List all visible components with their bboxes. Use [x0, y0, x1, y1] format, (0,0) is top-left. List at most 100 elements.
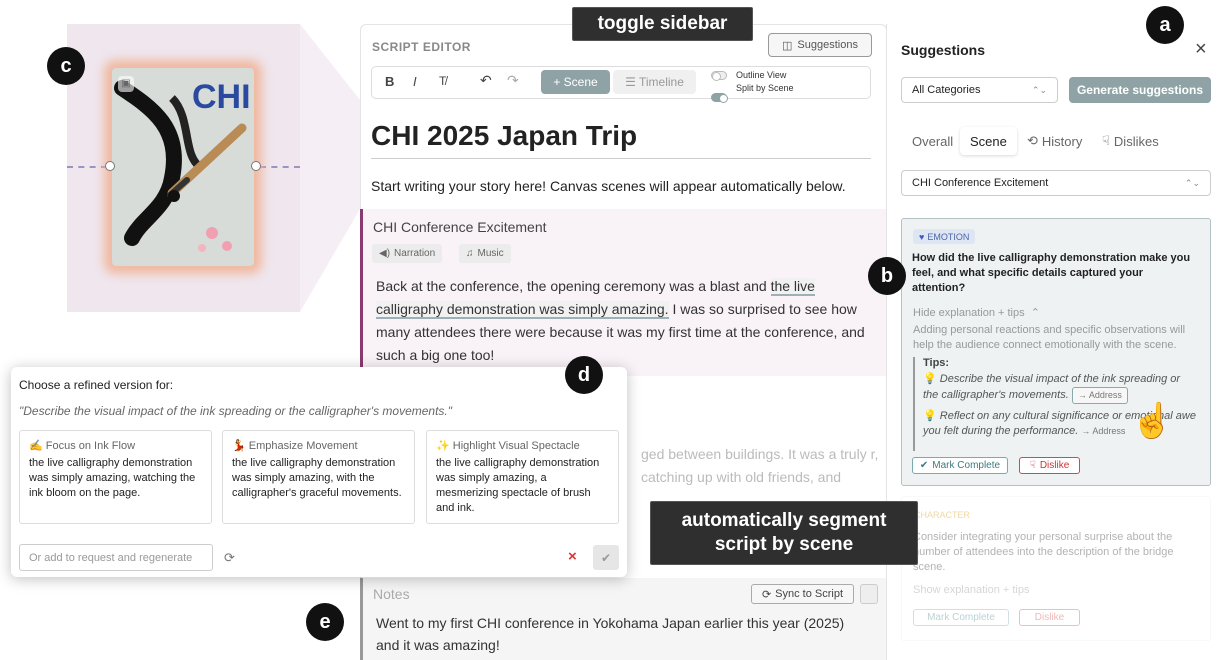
check-icon: ✔ — [919, 460, 929, 471]
narration-chip[interactable]: ◀) Narration — [372, 244, 443, 263]
regenerate-icon[interactable]: ⟳ — [224, 550, 235, 566]
split-by-scene-label: Split by Scene — [736, 83, 794, 93]
close-sidebar-icon[interactable]: × — [1195, 38, 1207, 61]
timeline-button[interactable]: ☰ Timeline — [613, 70, 696, 94]
resize-handle-right[interactable] — [251, 161, 261, 171]
clear-format-button[interactable]: T̸ — [439, 74, 446, 88]
calligraphy-image[interactable]: CHI — [112, 68, 254, 266]
tab-dislikes[interactable]: ☟ Dislikes — [1102, 128, 1159, 154]
annotation-badge-d: d — [565, 356, 603, 394]
tab-scene[interactable]: Scene — [960, 127, 1017, 155]
editor-header: SCRIPT EDITOR — [372, 40, 471, 54]
popup-title: Choose a refined version for: — [19, 378, 174, 392]
outline-view-label: Outline View — [736, 70, 787, 80]
address-button[interactable]: → Address — [1071, 387, 1128, 404]
generate-suggestions-button[interactable]: Generate suggestions — [1069, 77, 1211, 103]
tab-dislikes-label: Dislikes — [1113, 133, 1159, 149]
sync-to-script-button[interactable]: ⟳ Sync to Script — [751, 584, 854, 604]
close-popup-icon[interactable]: × — [568, 548, 577, 565]
bulb-icon: 💡 — [923, 410, 937, 422]
category-select[interactable]: All Categories ⌃⌄ — [901, 77, 1058, 103]
italic-button[interactable]: I — [413, 74, 417, 89]
scene-text[interactable]: Back at the conference, the opening cere… — [376, 275, 876, 367]
annotation-badge-c: c — [47, 47, 85, 85]
image-icon[interactable]: ▣ — [118, 76, 134, 92]
annotation-badge-a: a — [1146, 6, 1184, 44]
image-title: CHI — [192, 78, 251, 116]
suggestions-button-label: Suggestions — [797, 39, 858, 51]
calligraphy-illustration: CHI — [112, 68, 254, 266]
show-explanation-toggle[interactable]: Show explanation + tips — [913, 584, 1030, 596]
option-text: the live calligraphy demonstration was s… — [232, 457, 402, 499]
tab-overall[interactable]: Overall — [912, 128, 953, 154]
thumbs-down-icon: ☟ — [1029, 460, 1036, 471]
notes-label: Notes — [373, 586, 410, 602]
tab-history[interactable]: ⟲ History — [1027, 128, 1082, 154]
refine-option-movement[interactable]: 💃 Emphasize Movement the live calligraph… — [222, 430, 415, 524]
category-value: All Categories — [912, 84, 981, 96]
music-note-icon: ♫ — [466, 248, 474, 259]
select-arrows-icon: ⌃⌄ — [1031, 84, 1047, 95]
resize-handle-left[interactable] — [105, 161, 115, 171]
story-title[interactable]: CHI 2025 Japan Trip — [371, 120, 637, 152]
sidebar-icon: ◫ — [782, 39, 793, 52]
narration-label: Narration — [394, 248, 436, 259]
drag-guide-right — [260, 166, 300, 168]
confirm-button[interactable]: ✔ — [593, 545, 619, 570]
tip-item: 💡 Describe the visual impact of the ink … — [923, 372, 1198, 404]
bold-button[interactable]: B — [385, 74, 394, 89]
notes-action-button[interactable] — [860, 584, 878, 604]
toggle-sidebar-label: toggle sidebar — [572, 7, 753, 41]
option-text: the live calligraphy demonstration was s… — [29, 457, 196, 499]
undo-button[interactable]: ↶ — [480, 72, 492, 89]
add-scene-button[interactable]: + Scene — [541, 70, 610, 94]
emotion-badge: ♥ EMOTION — [913, 229, 976, 244]
annotation-badge-b: b — [868, 257, 906, 295]
character-badge: CHARACTER — [914, 510, 971, 520]
hide-explanation-label: Hide explanation + tips — [913, 307, 1025, 319]
hand-cursor-icon: ☝ — [1131, 402, 1174, 440]
history-icon: ⟲ — [1027, 133, 1038, 148]
music-chip[interactable]: ♫ Music — [459, 244, 511, 263]
bulb-icon: 💡 — [923, 373, 937, 385]
tips-label: Tips: — [923, 357, 950, 369]
refine-option-ink-flow[interactable]: ✍ Focus on Ink Flow the live calligraphy… — [19, 430, 212, 524]
suggestions-toggle-button[interactable]: ◫ Suggestions — [768, 33, 872, 57]
scene-select[interactable]: CHI Conference Excitement ⌃⌄ — [901, 170, 1211, 196]
annotation-badge-e: e — [306, 603, 344, 641]
dislike-button[interactable]: ☟ Dislike — [1019, 457, 1080, 474]
hide-explanation-toggle[interactable]: Hide explanation + tips ⌃ — [913, 306, 1040, 319]
mark-complete-label: Mark Complete — [932, 460, 1001, 471]
sync-label: Sync to Script — [775, 588, 844, 600]
refine-option-spectacle[interactable]: ✨ Highlight Visual Spectacle the live ca… — [426, 430, 619, 524]
outline-view-toggle[interactable] — [711, 71, 727, 81]
music-label: Music — [477, 248, 504, 259]
sidebar-title: Suggestions — [901, 42, 986, 58]
suggestion-explanation: Adding personal reactions and specific o… — [913, 324, 1186, 351]
auto-segment-line1: automatically segment — [681, 510, 887, 531]
scene-select-value: CHI Conference Excitement — [912, 177, 1049, 189]
mark-complete-button[interactable]: ✔ Mark Complete — [912, 457, 1008, 474]
option-title: ✍ Focus on Ink Flow — [29, 440, 136, 452]
tab-history-label: History — [1041, 133, 1083, 149]
scene-title[interactable]: CHI Conference Excitement — [373, 219, 547, 235]
select-arrows-icon: ⌃⌄ — [1184, 177, 1200, 188]
faded-scene-text: ged between buildings. It was a truly r,… — [641, 446, 879, 485]
auto-segment-line2: script by scene — [714, 534, 854, 555]
popup-quote: "Describe the visual impact of the ink s… — [19, 404, 453, 418]
notes-text[interactable]: Went to my first CHI conference in Yokoh… — [376, 612, 866, 656]
suggestion-question: How did the live calligraphy demonstrati… — [912, 252, 1191, 294]
redo-button[interactable]: ↷ — [507, 72, 519, 89]
thumbs-down-icon: ☟ — [1102, 133, 1110, 148]
chevron-up-icon: ⌃ — [1027, 307, 1040, 319]
regenerate-input[interactable]: Or add to request and regenerate — [19, 544, 213, 571]
split-by-scene-toggle[interactable] — [711, 93, 728, 103]
option-title: ✨ Highlight Visual Spectacle — [436, 440, 580, 452]
address-link[interactable]: → Address — [1081, 426, 1125, 436]
dislike-button-2[interactable]: Dislike — [1019, 609, 1080, 626]
mark-complete-button-2[interactable]: Mark Complete — [913, 609, 1009, 626]
intro-text[interactable]: Start writing your story here! Canvas sc… — [371, 178, 846, 194]
dislike-label: Dislike — [1039, 460, 1070, 471]
auto-segment-label: automatically segment script by scene — [650, 501, 918, 565]
sync-icon: ⟳ — [761, 588, 772, 601]
